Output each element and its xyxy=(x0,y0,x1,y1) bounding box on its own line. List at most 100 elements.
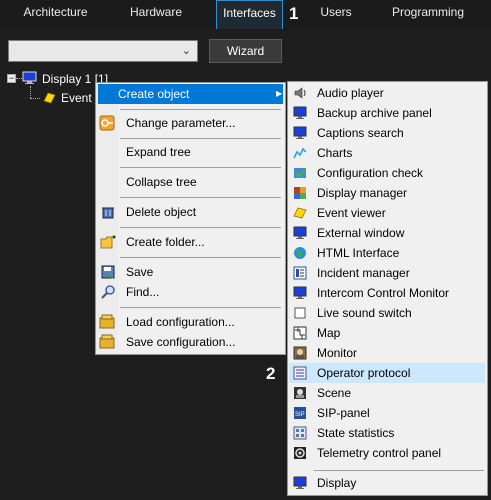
submenu-item-label: Display manager xyxy=(317,186,408,200)
map-icon xyxy=(293,326,307,340)
menu-item-create-object[interactable]: Create object ▶ xyxy=(98,84,283,104)
menu-separator xyxy=(120,167,281,168)
switch-icon xyxy=(294,307,306,319)
submenu-item-display-manager[interactable]: Display manager xyxy=(289,183,485,203)
object-type-combobox[interactable]: ⌄ xyxy=(8,40,198,62)
submenu-item-label: Backup archive panel xyxy=(317,106,432,120)
menu-item-change-parameter[interactable]: Change parameter... xyxy=(98,113,283,133)
submenu-item-label: Intercom Control Monitor xyxy=(317,286,450,300)
save-icon xyxy=(101,265,115,279)
sip-icon: SIP xyxy=(294,407,306,419)
submenu-item-configuration-check[interactable]: Configuration check xyxy=(289,163,485,183)
submenu-item-label: Audio player xyxy=(317,86,384,100)
wizard-button[interactable]: Wizard xyxy=(209,39,282,63)
submenu-item-charts[interactable]: Charts xyxy=(289,143,485,163)
submenu-item-telemetry-control-panel[interactable]: Telemetry control panel xyxy=(289,443,485,463)
tab-hardware[interactable]: Hardware xyxy=(109,0,203,28)
monitor-icon xyxy=(293,476,307,489)
menu-item-label: Save configuration... xyxy=(126,335,236,349)
scene-icon xyxy=(294,387,306,399)
tab-programming[interactable]: Programming xyxy=(382,0,474,28)
menu-separator xyxy=(314,470,484,471)
menu-separator xyxy=(120,109,281,110)
submenu-item-backup-archive-panel[interactable]: Backup archive panel xyxy=(289,103,485,123)
new-folder-icon xyxy=(100,235,116,249)
chevron-down-icon: ⌄ xyxy=(181,45,191,57)
grid-icon xyxy=(294,187,306,199)
top-tab-bar: Architecture Hardware Interfaces Users P… xyxy=(0,0,491,30)
submenu-item-label: Live sound switch xyxy=(317,306,412,320)
tree-connector xyxy=(30,86,31,98)
menu-item-load-configuration[interactable]: Load configuration... xyxy=(98,312,283,332)
menu-separator xyxy=(120,227,281,228)
monitor-icon xyxy=(22,71,37,84)
menu-item-expand-tree[interactable]: Expand tree xyxy=(98,142,283,162)
submenu-item-label: Telemetry control panel xyxy=(317,446,442,460)
menu-item-label: Find... xyxy=(126,285,160,299)
submenu-item-monitor[interactable]: Monitor xyxy=(289,343,485,363)
submenu-item-scene[interactable]: Scene xyxy=(289,383,485,403)
tree-collapse-toggle[interactable]: − xyxy=(7,74,16,83)
menu-separator xyxy=(120,197,281,198)
submenu-item-html-interface[interactable]: HTML Interface xyxy=(289,243,485,263)
tab-users[interactable]: Users xyxy=(305,0,367,28)
menu-item-find[interactable]: Find... xyxy=(98,282,283,302)
create-object-submenu: Audio player Backup archive panel Captions… xyxy=(287,81,488,496)
submenu-item-map[interactable]: Map xyxy=(289,323,485,343)
camera-icon xyxy=(293,346,307,360)
monitor-icon xyxy=(293,106,307,119)
submenu-item-label: Scene xyxy=(317,386,352,400)
menu-separator xyxy=(120,138,281,139)
svg-text:SIP: SIP xyxy=(295,412,305,418)
monitor-icon xyxy=(293,126,307,139)
context-menu: Create object ▶ Change parameter... Expa… xyxy=(95,82,286,355)
submenu-item-intercom-control-monitor[interactable]: Intercom Control Monitor xyxy=(289,283,485,303)
monitor-icon xyxy=(293,226,307,239)
submenu-item-label: Charts xyxy=(317,146,353,160)
submenu-item-captions-search[interactable]: Captions search xyxy=(289,123,485,143)
telemetry-icon xyxy=(294,447,306,459)
protocol-icon xyxy=(293,366,307,380)
tab-interfaces[interactable]: Interfaces xyxy=(216,0,283,29)
chart-icon xyxy=(293,147,307,159)
submenu-item-label: Incident manager xyxy=(317,266,410,280)
monitor-icon xyxy=(293,286,307,299)
menu-separator xyxy=(120,257,281,258)
menu-item-create-folder[interactable]: Create folder... xyxy=(98,232,283,252)
submenu-item-state-statistics[interactable]: State statistics xyxy=(289,423,485,443)
menu-item-label: Load configuration... xyxy=(126,315,235,329)
stats-icon xyxy=(293,426,307,440)
submenu-item-label: SIP-panel xyxy=(317,406,370,420)
submenu-item-operator-protocol[interactable]: Operator protocol xyxy=(289,363,485,383)
menu-item-save[interactable]: Save xyxy=(98,262,283,282)
check-icon xyxy=(294,168,306,178)
menu-item-label: Expand tree xyxy=(126,145,191,159)
submenu-item-audio-player[interactable]: Audio player xyxy=(289,83,485,103)
submenu-item-display[interactable]: Display xyxy=(289,473,485,493)
menu-item-label: Create object xyxy=(118,87,190,101)
tab-architecture[interactable]: Architecture xyxy=(2,0,109,28)
submenu-item-external-window[interactable]: External window xyxy=(289,223,485,243)
submenu-item-incident-manager[interactable]: Incident manager xyxy=(289,263,485,283)
submenu-item-event-viewer[interactable]: Event viewer xyxy=(289,203,485,223)
submenu-item-label: Captions search xyxy=(317,126,404,140)
menu-item-save-configuration[interactable]: Save configuration... xyxy=(98,332,283,352)
menu-item-label: Create folder... xyxy=(126,235,205,249)
menu-item-label: Delete object xyxy=(126,205,197,219)
event-viewer-icon xyxy=(43,92,56,104)
menu-item-delete-object[interactable]: Delete object xyxy=(98,202,283,222)
submenu-item-label: Map xyxy=(317,326,341,340)
save-config-icon xyxy=(99,334,115,349)
submenu-item-sip-panel[interactable]: SIP SIP-panel xyxy=(289,403,485,423)
delete-icon xyxy=(102,207,114,219)
menu-item-label: Change parameter... xyxy=(126,116,236,130)
submenu-item-live-sound-switch[interactable]: Live sound switch xyxy=(289,303,485,323)
globe-icon xyxy=(294,247,306,259)
callout-two: 2 xyxy=(266,364,276,383)
submenu-item-label: Monitor xyxy=(317,346,358,360)
submenu-item-label: Operator protocol xyxy=(317,366,411,380)
submenu-arrow-icon: ▶ xyxy=(276,89,283,98)
callout-one: 1 xyxy=(289,4,299,23)
menu-item-collapse-tree[interactable]: Collapse tree xyxy=(98,172,283,192)
menu-item-label: Collapse tree xyxy=(126,175,197,189)
